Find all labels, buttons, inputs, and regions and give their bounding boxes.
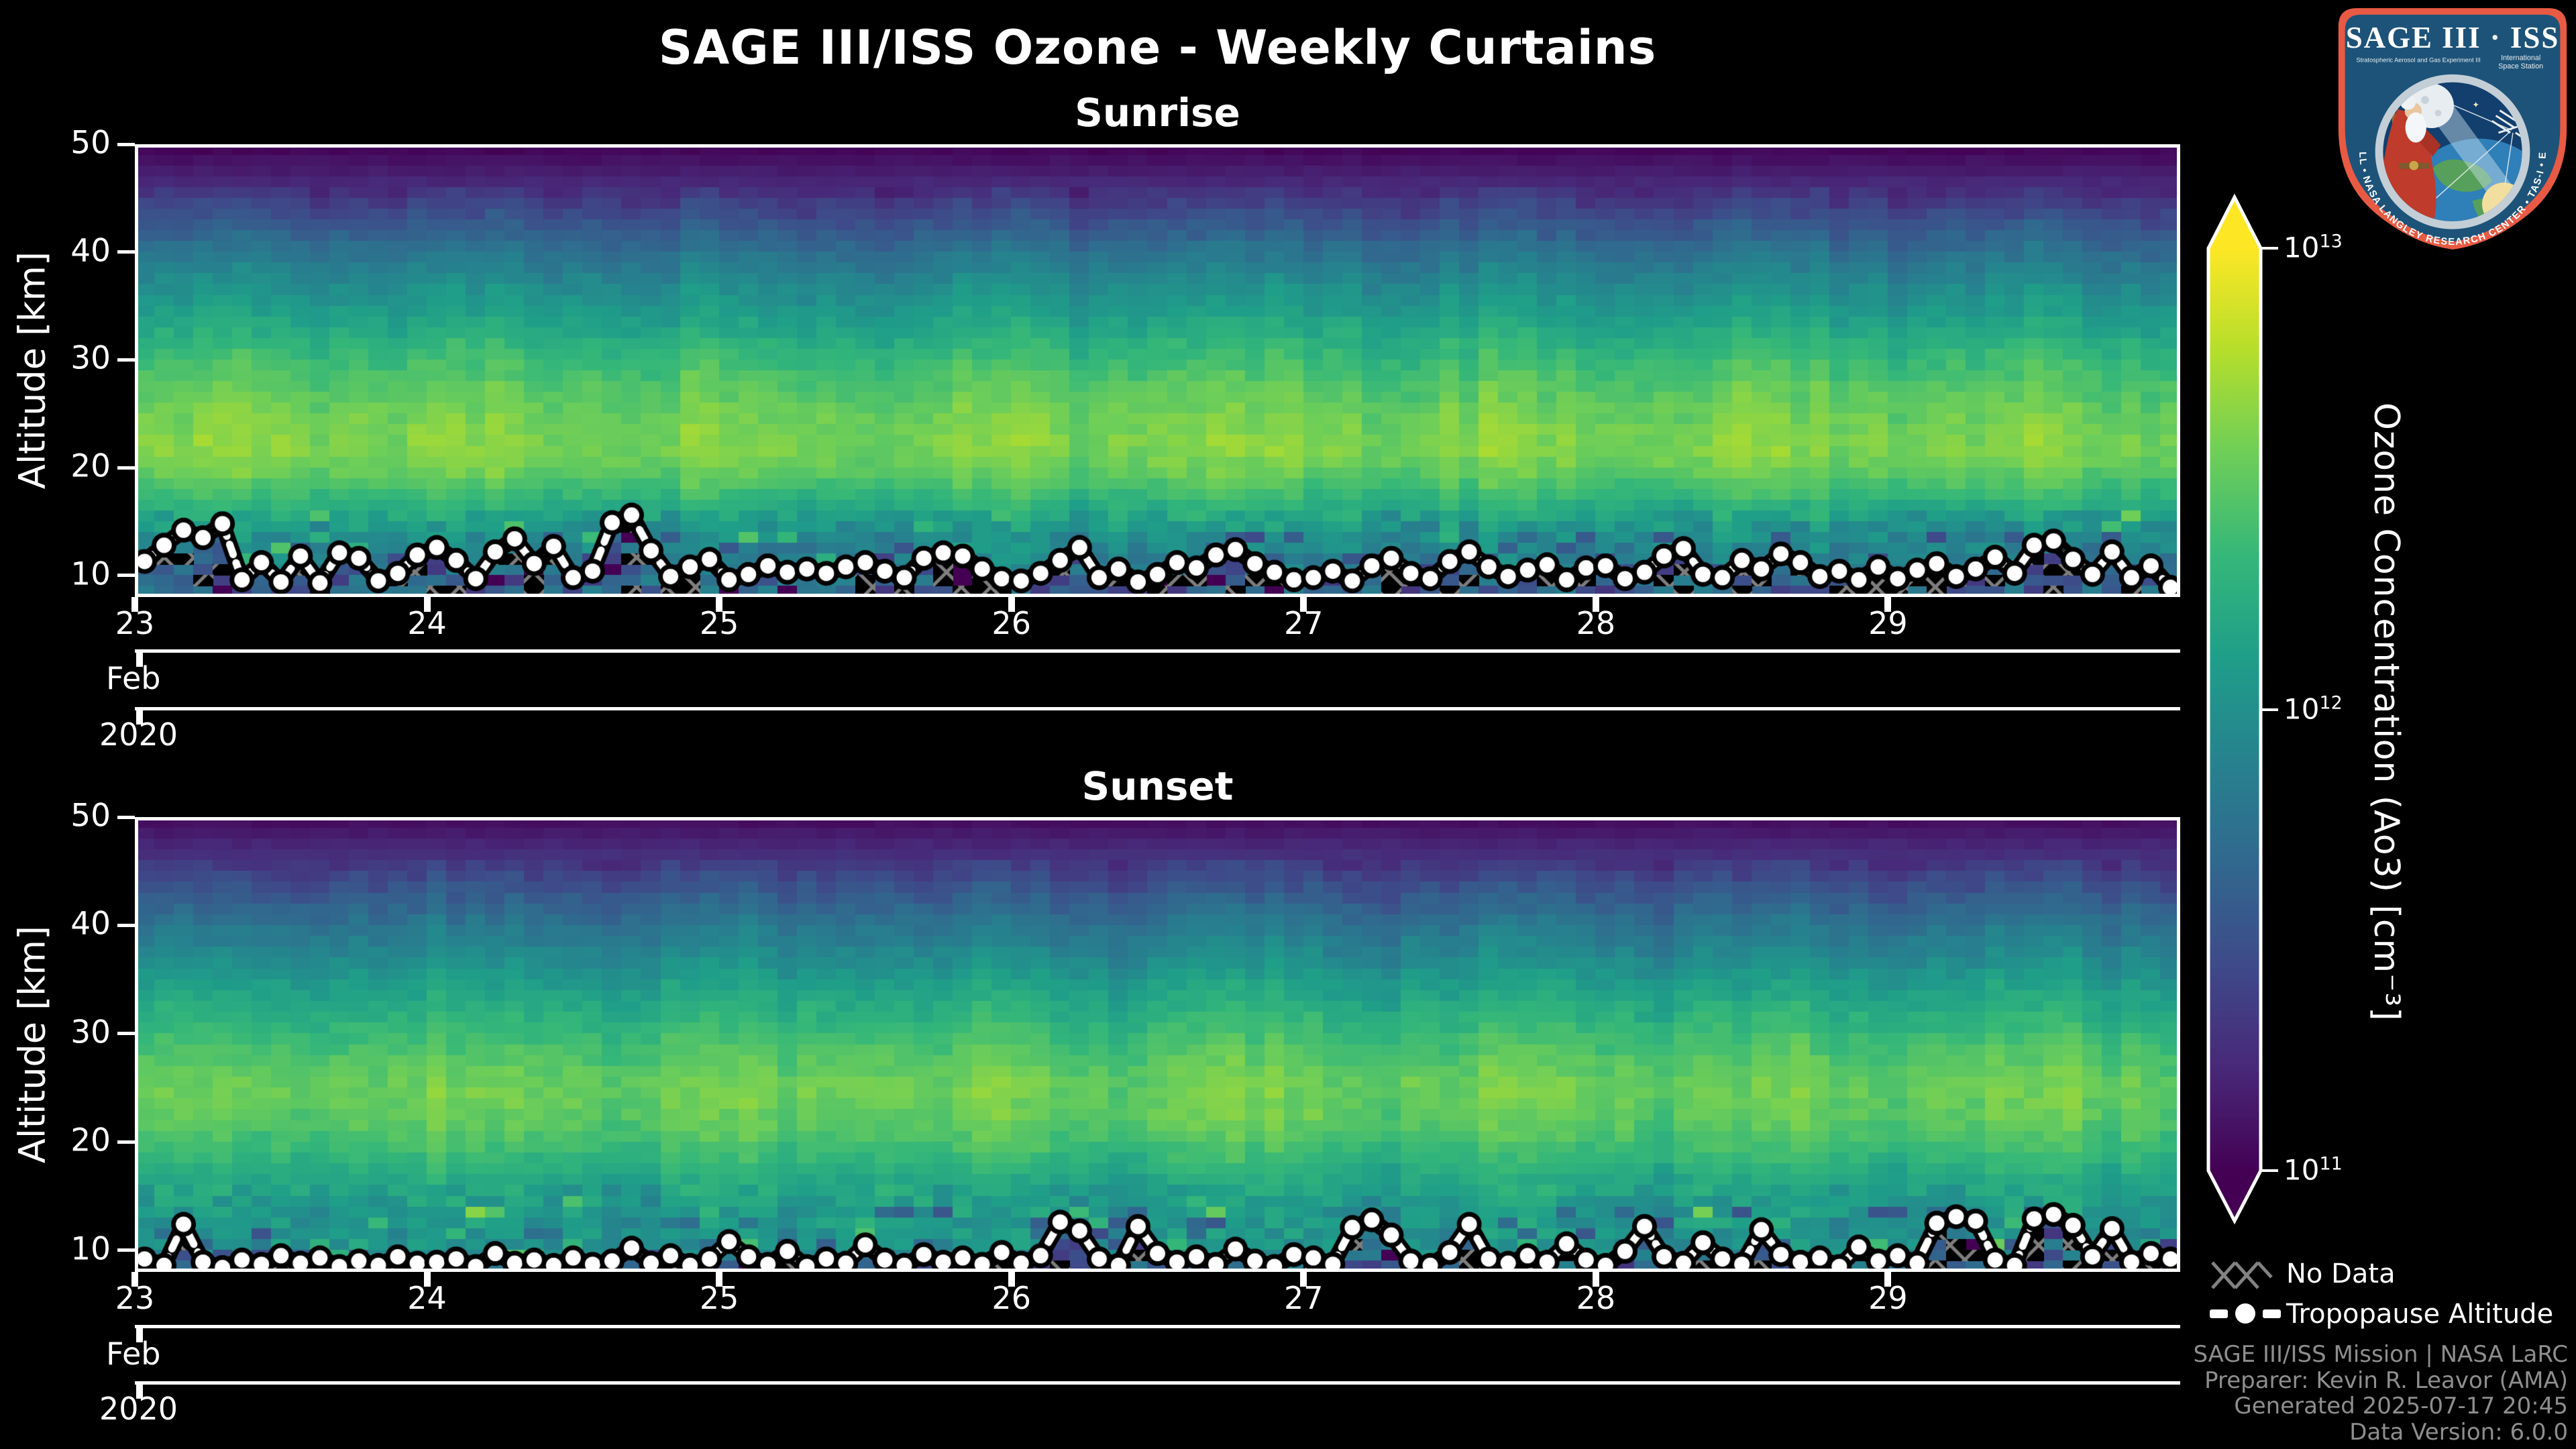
y-tick-mark	[117, 1140, 135, 1144]
colorbar-tick-label: 1013	[2284, 231, 2343, 264]
y-tick-label: 50	[70, 124, 111, 162]
y-tick-mark	[117, 815, 135, 819]
y-tick-label: 10	[70, 555, 111, 593]
colorbar-tick-mark	[2262, 1169, 2278, 1172]
logo-title: SAGE III · ISS	[2346, 21, 2560, 54]
sunrise-heatmap-canvas	[135, 144, 2180, 597]
y-tick-mark	[117, 923, 135, 927]
y-tick-label: 10	[70, 1230, 111, 1268]
x-tick-label: 27	[1284, 1280, 1324, 1316]
y-tick-label: 20	[70, 447, 111, 485]
logo-subtitle-right-1: International	[2501, 54, 2540, 62]
no-data-legend-label: No Data	[2286, 1258, 2396, 1289]
colorbar-tick-mark	[2262, 247, 2278, 250]
colorbar-tick-label: 1012	[2284, 692, 2343, 726]
x-tick-label: 25	[699, 1280, 739, 1316]
y-tick-label: 20	[70, 1122, 111, 1159]
x-tick-label: 27	[1284, 605, 1324, 641]
y-tick-label: 30	[70, 1014, 111, 1051]
sunset-month-line	[135, 1325, 2180, 1328]
x-tick-label: 24	[407, 605, 447, 641]
sunset-heatmap-canvas	[135, 817, 2180, 1272]
figure-stage: SAGE III/ISS Ozone - Weekly Curtains Sun…	[0, 0, 2576, 1449]
page-title: SAGE III/ISS Ozone - Weekly Curtains	[658, 20, 1657, 75]
attribution-block: SAGE III/ISS Mission | NASA LaRC Prepare…	[2193, 1342, 2568, 1445]
sage-iss-mission-logo: SAGE III · ISS Stratospheric Aerosol and…	[2334, 4, 2567, 250]
x-tick-label: 28	[1576, 605, 1616, 641]
colorbar-tick-mark	[2262, 708, 2278, 711]
sunset-year-line	[135, 1381, 2180, 1385]
y-tick-mark	[117, 466, 135, 470]
x-tick-label: 24	[407, 1280, 447, 1316]
logo-moon-crater-2	[2434, 109, 2442, 117]
x-tick-label: 23	[115, 1280, 155, 1316]
x-tick-label: 23	[115, 605, 155, 641]
y-tick-mark	[117, 1032, 135, 1036]
logo-subtitle-left: Stratospheric Aerosol and Gas Experiment…	[2356, 56, 2480, 63]
y-tick-label: 40	[70, 232, 111, 270]
y-tick-mark	[117, 1248, 135, 1252]
logo-subtitle-right-2: Space Station	[2498, 62, 2543, 70]
colorbar-tick-label: 1011	[2284, 1153, 2343, 1187]
sunrise-year-line	[135, 707, 2180, 710]
sunset-month-label: Feb	[106, 1336, 161, 1372]
sunset-panel-title: Sunset	[1081, 763, 1234, 809]
y-tick-label: 50	[70, 797, 111, 835]
x-tick-label: 25	[699, 605, 739, 641]
colorbar-gradient-arrow	[2206, 193, 2263, 1225]
y-tick-mark	[117, 250, 135, 254]
logo-star-icon-3: ✦	[2472, 100, 2479, 110]
sunrise-year-label: 2020	[99, 716, 178, 753]
x-tick-label: 26	[991, 605, 1031, 641]
y-tick-label: 40	[70, 905, 111, 943]
sunset-year-label: 2020	[99, 1391, 178, 1427]
y-tick-mark	[117, 574, 135, 578]
attribution-line: Generated 2025-07-17 20:45	[2234, 1393, 2568, 1419]
tropopause-line-icon	[2210, 1303, 2281, 1324]
x-tick-label: 29	[1868, 605, 1908, 641]
x-tick-label: 29	[1868, 1280, 1908, 1316]
y-tick-label: 30	[70, 339, 111, 377]
x-tick-label: 26	[991, 1280, 1031, 1316]
attribution-line: Preparer: Kevin R. Leavor (AMA)	[2204, 1366, 2568, 1394]
sunrise-month-label: Feb	[106, 660, 161, 696]
y-tick-mark	[117, 142, 135, 146]
x-tick-label: 28	[1576, 1280, 1616, 1316]
sunrise-month-line	[135, 649, 2180, 653]
y-tick-mark	[117, 358, 135, 362]
tropopause-legend-label: Tropopause Altitude	[2286, 1299, 2554, 1330]
attribution-line: SAGE III/ISS Mission | NASA LaRC	[2193, 1341, 2568, 1368]
attribution-line: Data Version: 6.0.0	[2349, 1418, 2568, 1446]
colorbar-label: Ozone Concentration (Ao3) [cm⁻³]	[2366, 402, 2406, 1022]
no-data-hatch-icon	[2211, 1261, 2273, 1289]
logo-moon-crater	[2421, 96, 2429, 104]
sunrise-panel-title: Sunrise	[1075, 90, 1240, 136]
